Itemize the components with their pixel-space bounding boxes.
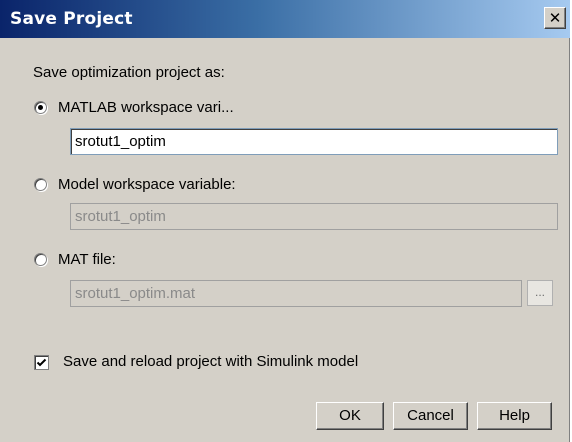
matlab-variable-input[interactable]: srotut1_optim <box>70 128 558 155</box>
radio-selected-dot <box>38 105 43 110</box>
close-button[interactable]: ✕ <box>544 7 566 29</box>
radio-mat-file[interactable] <box>34 253 47 266</box>
model-variable-input[interactable]: srotut1_optim <box>70 203 558 230</box>
save-reload-checkbox[interactable] <box>34 355 49 370</box>
label-matlab-workspace[interactable]: MATLAB workspace vari... <box>58 99 234 116</box>
label-model-workspace[interactable]: Model workspace variable: <box>58 176 236 193</box>
save-reload-label[interactable]: Save and reload project with Simulink mo… <box>63 353 358 370</box>
mat-file-input[interactable]: srotut1_optim.mat <box>70 280 522 307</box>
save-project-dialog: Save Project ✕ Save optimization project… <box>0 0 570 442</box>
checkmark-icon <box>36 358 47 367</box>
ok-button[interactable]: OK <box>316 402 384 430</box>
radio-model-workspace[interactable] <box>34 178 47 191</box>
help-button[interactable]: Help <box>477 402 552 430</box>
browse-button[interactable]: ... <box>527 280 553 306</box>
label-mat-file[interactable]: MAT file: <box>58 251 116 268</box>
cancel-button[interactable]: Cancel <box>393 402 468 430</box>
ellipsis-icon: ... <box>534 285 545 299</box>
prompt-label: Save optimization project as: <box>33 64 225 81</box>
close-icon: ✕ <box>548 9 562 27</box>
title-bar[interactable]: Save Project ✕ <box>0 0 570 38</box>
radio-matlab-workspace[interactable] <box>34 101 47 114</box>
dialog-title: Save Project <box>10 9 133 29</box>
